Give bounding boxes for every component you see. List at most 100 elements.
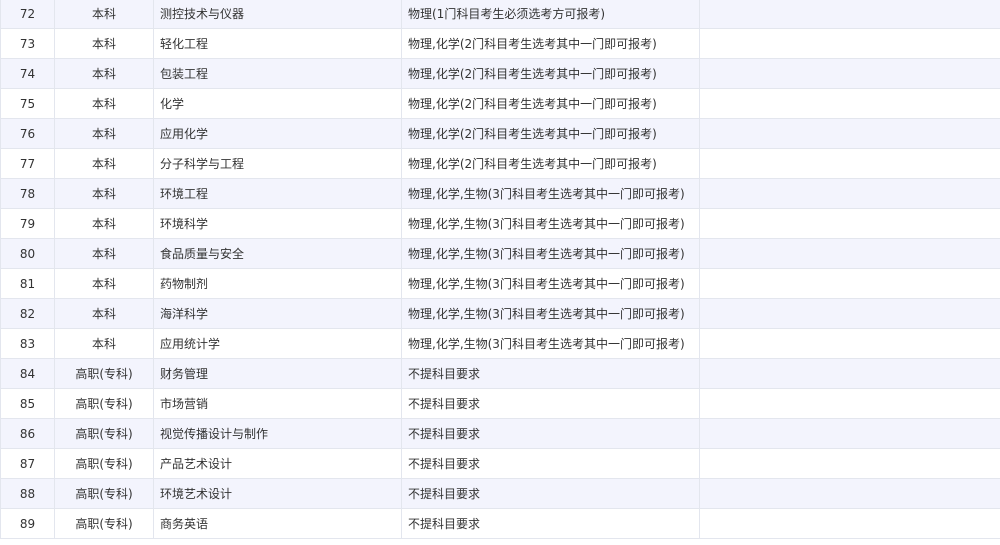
blank-cell: [699, 88, 1000, 119]
education-level-cell: 高职(专科): [54, 508, 154, 539]
major-name-cell: 化学: [153, 88, 402, 119]
education-level-cell: 本科: [54, 148, 154, 179]
subject-requirement-cell: 不提科目要求: [401, 418, 700, 449]
blank-cell: [699, 118, 1000, 149]
row-number-cell: 88: [0, 478, 55, 509]
subject-requirement-cell: 不提科目要求: [401, 478, 700, 509]
major-name-cell: 环境艺术设计: [153, 478, 402, 509]
major-name-cell: 分子科学与工程: [153, 148, 402, 179]
row-number-cell: 81: [0, 268, 55, 299]
row-number-cell: 75: [0, 88, 55, 119]
blank-cell: [699, 358, 1000, 389]
row-number-cell: 76: [0, 118, 55, 149]
education-level-cell: 本科: [54, 298, 154, 329]
blank-cell: [699, 268, 1000, 299]
blank-cell: [699, 298, 1000, 329]
education-level-cell: 高职(专科): [54, 418, 154, 449]
subject-requirement-cell: 物理,化学(2门科目考生选考其中一门即可报考): [401, 28, 700, 59]
row-number-cell: 82: [0, 298, 55, 329]
row-number-cell: 72: [0, 0, 55, 29]
blank-cell: [699, 328, 1000, 359]
table-row: 86 高职(专科) 视觉传播设计与制作 不提科目要求: [0, 418, 1000, 449]
blank-cell: [699, 478, 1000, 509]
subject-requirement-cell: 物理,化学(2门科目考生选考其中一门即可报考): [401, 88, 700, 119]
row-number-cell: 78: [0, 178, 55, 209]
row-number-cell: 74: [0, 58, 55, 89]
subject-requirement-cell: 不提科目要求: [401, 508, 700, 539]
table-row: 72 本科 测控技术与仪器 物理(1门科目考生必须选考方可报考): [0, 0, 1000, 29]
table-row: 80 本科 食品质量与安全 物理,化学,生物(3门科目考生选考其中一门即可报考): [0, 238, 1000, 269]
major-name-cell: 食品质量与安全: [153, 238, 402, 269]
row-number-cell: 83: [0, 328, 55, 359]
row-number-cell: 85: [0, 388, 55, 419]
table-row: 87 高职(专科) 产品艺术设计 不提科目要求: [0, 448, 1000, 479]
education-level-cell: 本科: [54, 118, 154, 149]
blank-cell: [699, 208, 1000, 239]
education-level-cell: 本科: [54, 178, 154, 209]
row-number-cell: 73: [0, 28, 55, 59]
subject-requirement-cell: 物理,化学,生物(3门科目考生选考其中一门即可报考): [401, 238, 700, 269]
subject-requirement-cell: 物理,化学(2门科目考生选考其中一门即可报考): [401, 58, 700, 89]
major-name-cell: 应用统计学: [153, 328, 402, 359]
blank-cell: [699, 148, 1000, 179]
education-level-cell: 本科: [54, 238, 154, 269]
subject-requirement-cell: 不提科目要求: [401, 448, 700, 479]
education-level-cell: 高职(专科): [54, 358, 154, 389]
table-row: 78 本科 环境工程 物理,化学,生物(3门科目考生选考其中一门即可报考): [0, 178, 1000, 209]
major-name-cell: 轻化工程: [153, 28, 402, 59]
table-row: 75 本科 化学 物理,化学(2门科目考生选考其中一门即可报考): [0, 88, 1000, 119]
education-level-cell: 本科: [54, 268, 154, 299]
subject-requirement-cell: 不提科目要求: [401, 358, 700, 389]
blank-cell: [699, 448, 1000, 479]
major-name-cell: 包装工程: [153, 58, 402, 89]
major-name-cell: 商务英语: [153, 508, 402, 539]
row-number-cell: 89: [0, 508, 55, 539]
subject-requirement-cell: 不提科目要求: [401, 388, 700, 419]
row-number-cell: 80: [0, 238, 55, 269]
blank-cell: [699, 388, 1000, 419]
table-row: 88 高职(专科) 环境艺术设计 不提科目要求: [0, 478, 1000, 509]
table-row: 74 本科 包装工程 物理,化学(2门科目考生选考其中一门即可报考): [0, 58, 1000, 89]
subject-requirement-cell: 物理,化学,生物(3门科目考生选考其中一门即可报考): [401, 178, 700, 209]
major-name-cell: 产品艺术设计: [153, 448, 402, 479]
row-number-cell: 86: [0, 418, 55, 449]
row-number-cell: 77: [0, 148, 55, 179]
major-name-cell: 海洋科学: [153, 298, 402, 329]
education-level-cell: 高职(专科): [54, 388, 154, 419]
education-level-cell: 本科: [54, 0, 154, 29]
subject-requirements-table: 72 本科 测控技术与仪器 物理(1门科目考生必须选考方可报考) 73 本科 轻化工程 物理,…: [0, 0, 1000, 539]
row-number-cell: 79: [0, 208, 55, 239]
blank-cell: [699, 418, 1000, 449]
table-row: 85 高职(专科) 市场营销 不提科目要求: [0, 388, 1000, 419]
blank-cell: [699, 238, 1000, 269]
table-row: 73 本科 轻化工程 物理,化学(2门科目考生选考其中一门即可报考): [0, 28, 1000, 59]
subject-requirement-cell: 物理,化学(2门科目考生选考其中一门即可报考): [401, 148, 700, 179]
education-level-cell: 本科: [54, 28, 154, 59]
table-row: 79 本科 环境科学 物理,化学,生物(3门科目考生选考其中一门即可报考): [0, 208, 1000, 239]
table-row: 82 本科 海洋科学 物理,化学,生物(3门科目考生选考其中一门即可报考): [0, 298, 1000, 329]
major-name-cell: 环境科学: [153, 208, 402, 239]
blank-cell: [699, 178, 1000, 209]
blank-cell: [699, 508, 1000, 539]
table-row: 77 本科 分子科学与工程 物理,化学(2门科目考生选考其中一门即可报考): [0, 148, 1000, 179]
row-number-cell: 87: [0, 448, 55, 479]
row-number-cell: 84: [0, 358, 55, 389]
subject-requirement-cell: 物理,化学,生物(3门科目考生选考其中一门即可报考): [401, 208, 700, 239]
major-name-cell: 应用化学: [153, 118, 402, 149]
table-body: 72 本科 测控技术与仪器 物理(1门科目考生必须选考方可报考) 73 本科 轻化工程 物理,…: [0, 0, 1000, 539]
table-row: 83 本科 应用统计学 物理,化学,生物(3门科目考生选考其中一门即可报考): [0, 328, 1000, 359]
education-level-cell: 本科: [54, 88, 154, 119]
education-level-cell: 本科: [54, 208, 154, 239]
table-row: 81 本科 药物制剂 物理,化学,生物(3门科目考生选考其中一门即可报考): [0, 268, 1000, 299]
major-name-cell: 测控技术与仪器: [153, 0, 402, 29]
table-row: 89 高职(专科) 商务英语 不提科目要求: [0, 508, 1000, 539]
subject-requirement-cell: 物理(1门科目考生必须选考方可报考): [401, 0, 700, 29]
blank-cell: [699, 0, 1000, 29]
blank-cell: [699, 28, 1000, 59]
subject-requirements-table-container: 72 本科 测控技术与仪器 物理(1门科目考生必须选考方可报考) 73 本科 轻化工程 物理,…: [0, 0, 1000, 539]
major-name-cell: 药物制剂: [153, 268, 402, 299]
subject-requirement-cell: 物理,化学,生物(3门科目考生选考其中一门即可报考): [401, 268, 700, 299]
subject-requirement-cell: 物理,化学,生物(3门科目考生选考其中一门即可报考): [401, 328, 700, 359]
education-level-cell: 高职(专科): [54, 448, 154, 479]
major-name-cell: 市场营销: [153, 388, 402, 419]
